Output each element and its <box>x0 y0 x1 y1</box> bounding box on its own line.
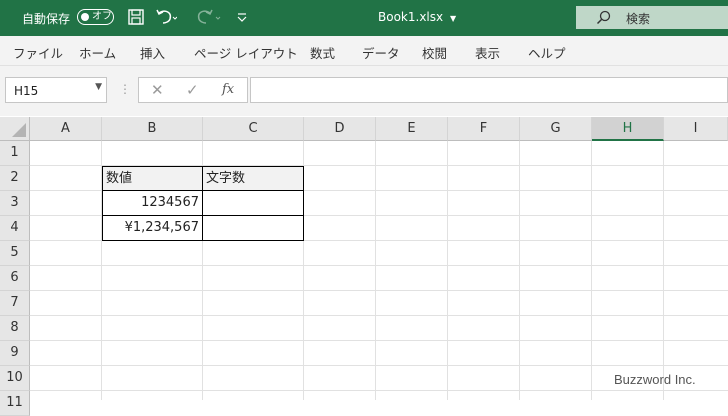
tab-view[interactable]: 表示 <box>475 43 500 62</box>
tab-insert[interactable]: 挿入 <box>140 43 165 62</box>
filename-text: Book1.xlsx <box>378 10 444 24</box>
title-bar: 自動保存 オフ Book1.xlsx ▼ 検索 <box>0 0 728 36</box>
cell-gridlines <box>30 141 728 400</box>
cell-b2[interactable]: 数値 <box>102 166 203 191</box>
formula-bar-area: H15 ▼ ⋮ ✕ ✓ fx <box>0 66 728 116</box>
undo-icon[interactable] <box>155 8 177 26</box>
search-box[interactable]: 検索 <box>576 6 728 29</box>
enter-check-icon[interactable]: ✓ <box>186 81 199 99</box>
tab-file[interactable]: ファイル <box>13 43 63 62</box>
formula-buttons: ✕ ✓ fx <box>138 77 248 103</box>
autosave-toggle[interactable]: オフ <box>77 9 114 25</box>
tab-page-layout[interactable]: ページ レイアウト <box>194 43 298 62</box>
chevron-down-icon: ▼ <box>449 14 457 23</box>
cell-b3[interactable]: 1234567 <box>102 191 203 216</box>
tab-formulas[interactable]: 数式 <box>310 43 335 62</box>
autosave-label: 自動保存 <box>22 12 71 26</box>
worksheet-grid: A B C D E F G H I 1 2 3 4 5 6 7 8 9 10 1… <box>0 117 728 416</box>
document-title[interactable]: Book1.xlsx ▼ <box>378 10 456 24</box>
tab-review[interactable]: 校閲 <box>422 43 447 62</box>
name-box[interactable]: H15 ▼ <box>5 77 107 103</box>
toggle-knob <box>81 13 89 21</box>
insert-function-icon[interactable]: fx <box>222 82 234 97</box>
search-placeholder: 検索 <box>626 12 651 26</box>
cell-c3[interactable] <box>203 191 304 216</box>
search-icon <box>596 10 611 25</box>
ribbon-tabs: ファイル ホーム 挿入 ページ レイアウト 数式 データ 校閲 表示 ヘルプ <box>0 36 728 66</box>
tab-data[interactable]: データ <box>362 43 400 62</box>
drag-handle-icon[interactable]: ⋮ <box>119 82 131 96</box>
autosave-state: オフ <box>92 11 112 22</box>
cell-b4[interactable]: ¥1,234,567 <box>102 216 203 241</box>
save-icon[interactable] <box>127 8 145 26</box>
cell-c2[interactable]: 文字数 <box>203 166 304 191</box>
redo-icon[interactable] <box>196 8 224 26</box>
tab-home[interactable]: ホーム <box>79 43 116 62</box>
cancel-icon[interactable]: ✕ <box>151 81 164 99</box>
watermark: Buzzword Inc. <box>614 372 696 387</box>
customize-toolbar-icon[interactable] <box>236 8 248 26</box>
cell-c4[interactable] <box>203 216 304 241</box>
chevron-down-icon[interactable]: ▼ <box>95 82 102 92</box>
formula-input[interactable] <box>250 77 728 103</box>
tab-help[interactable]: ヘルプ <box>528 43 566 62</box>
name-box-value: H15 <box>14 84 39 98</box>
